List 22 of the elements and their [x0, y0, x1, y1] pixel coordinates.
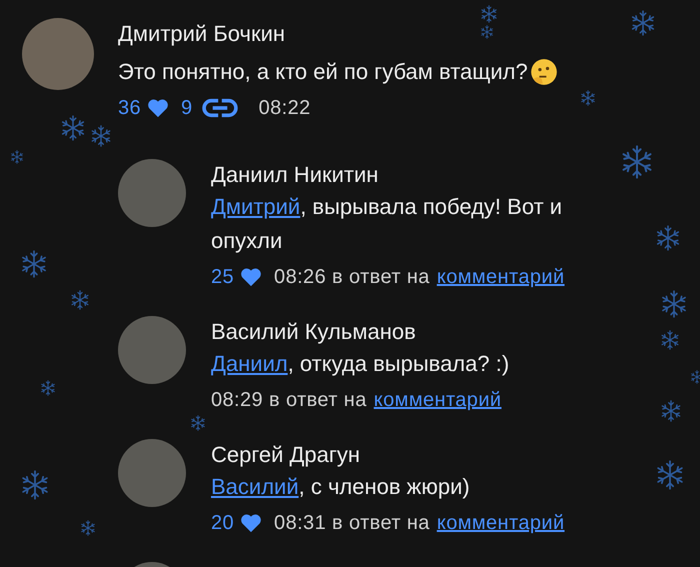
- comment-text: Дмитрий, вырывала победу! Вот и опухли: [211, 193, 564, 255]
- mention-link[interactable]: Дмитрий: [211, 194, 300, 219]
- comment-text: Василий, с членов жюри): [211, 473, 470, 501]
- like-count: 36: [118, 96, 142, 121]
- reply-info: 08:29 в ответ на: [211, 388, 367, 413]
- comment-link[interactable]: комментарий: [436, 508, 565, 538]
- mention-link[interactable]: Василий: [211, 474, 299, 499]
- comment-link[interactable]: комментарий: [436, 262, 565, 292]
- author-name[interactable]: Василий Кульманов: [211, 317, 510, 347]
- reply-count: 9: [181, 96, 193, 121]
- comment-time: 08:22: [258, 96, 311, 121]
- author-name[interactable]: Сергей Драгун: [211, 440, 565, 470]
- reply-info: 08:31 в ответ на: [274, 511, 430, 536]
- like-count: 20: [211, 511, 234, 536]
- comment-link[interactable]: комментарий: [374, 385, 502, 415]
- mention-link[interactable]: Даниил: [211, 351, 288, 376]
- comment-text: Даниил, откуда вырывала? :): [211, 350, 510, 378]
- comment-text: Это понятно, а кто ей по губам втащил?: [118, 58, 528, 86]
- author-name[interactable]: Дмитрий Бочкин: [118, 19, 558, 49]
- like-count: 25: [211, 265, 234, 290]
- reply-info: 08:26 в ответ на: [274, 265, 430, 290]
- author-name[interactable]: Даниил Никитин: [211, 160, 631, 190]
